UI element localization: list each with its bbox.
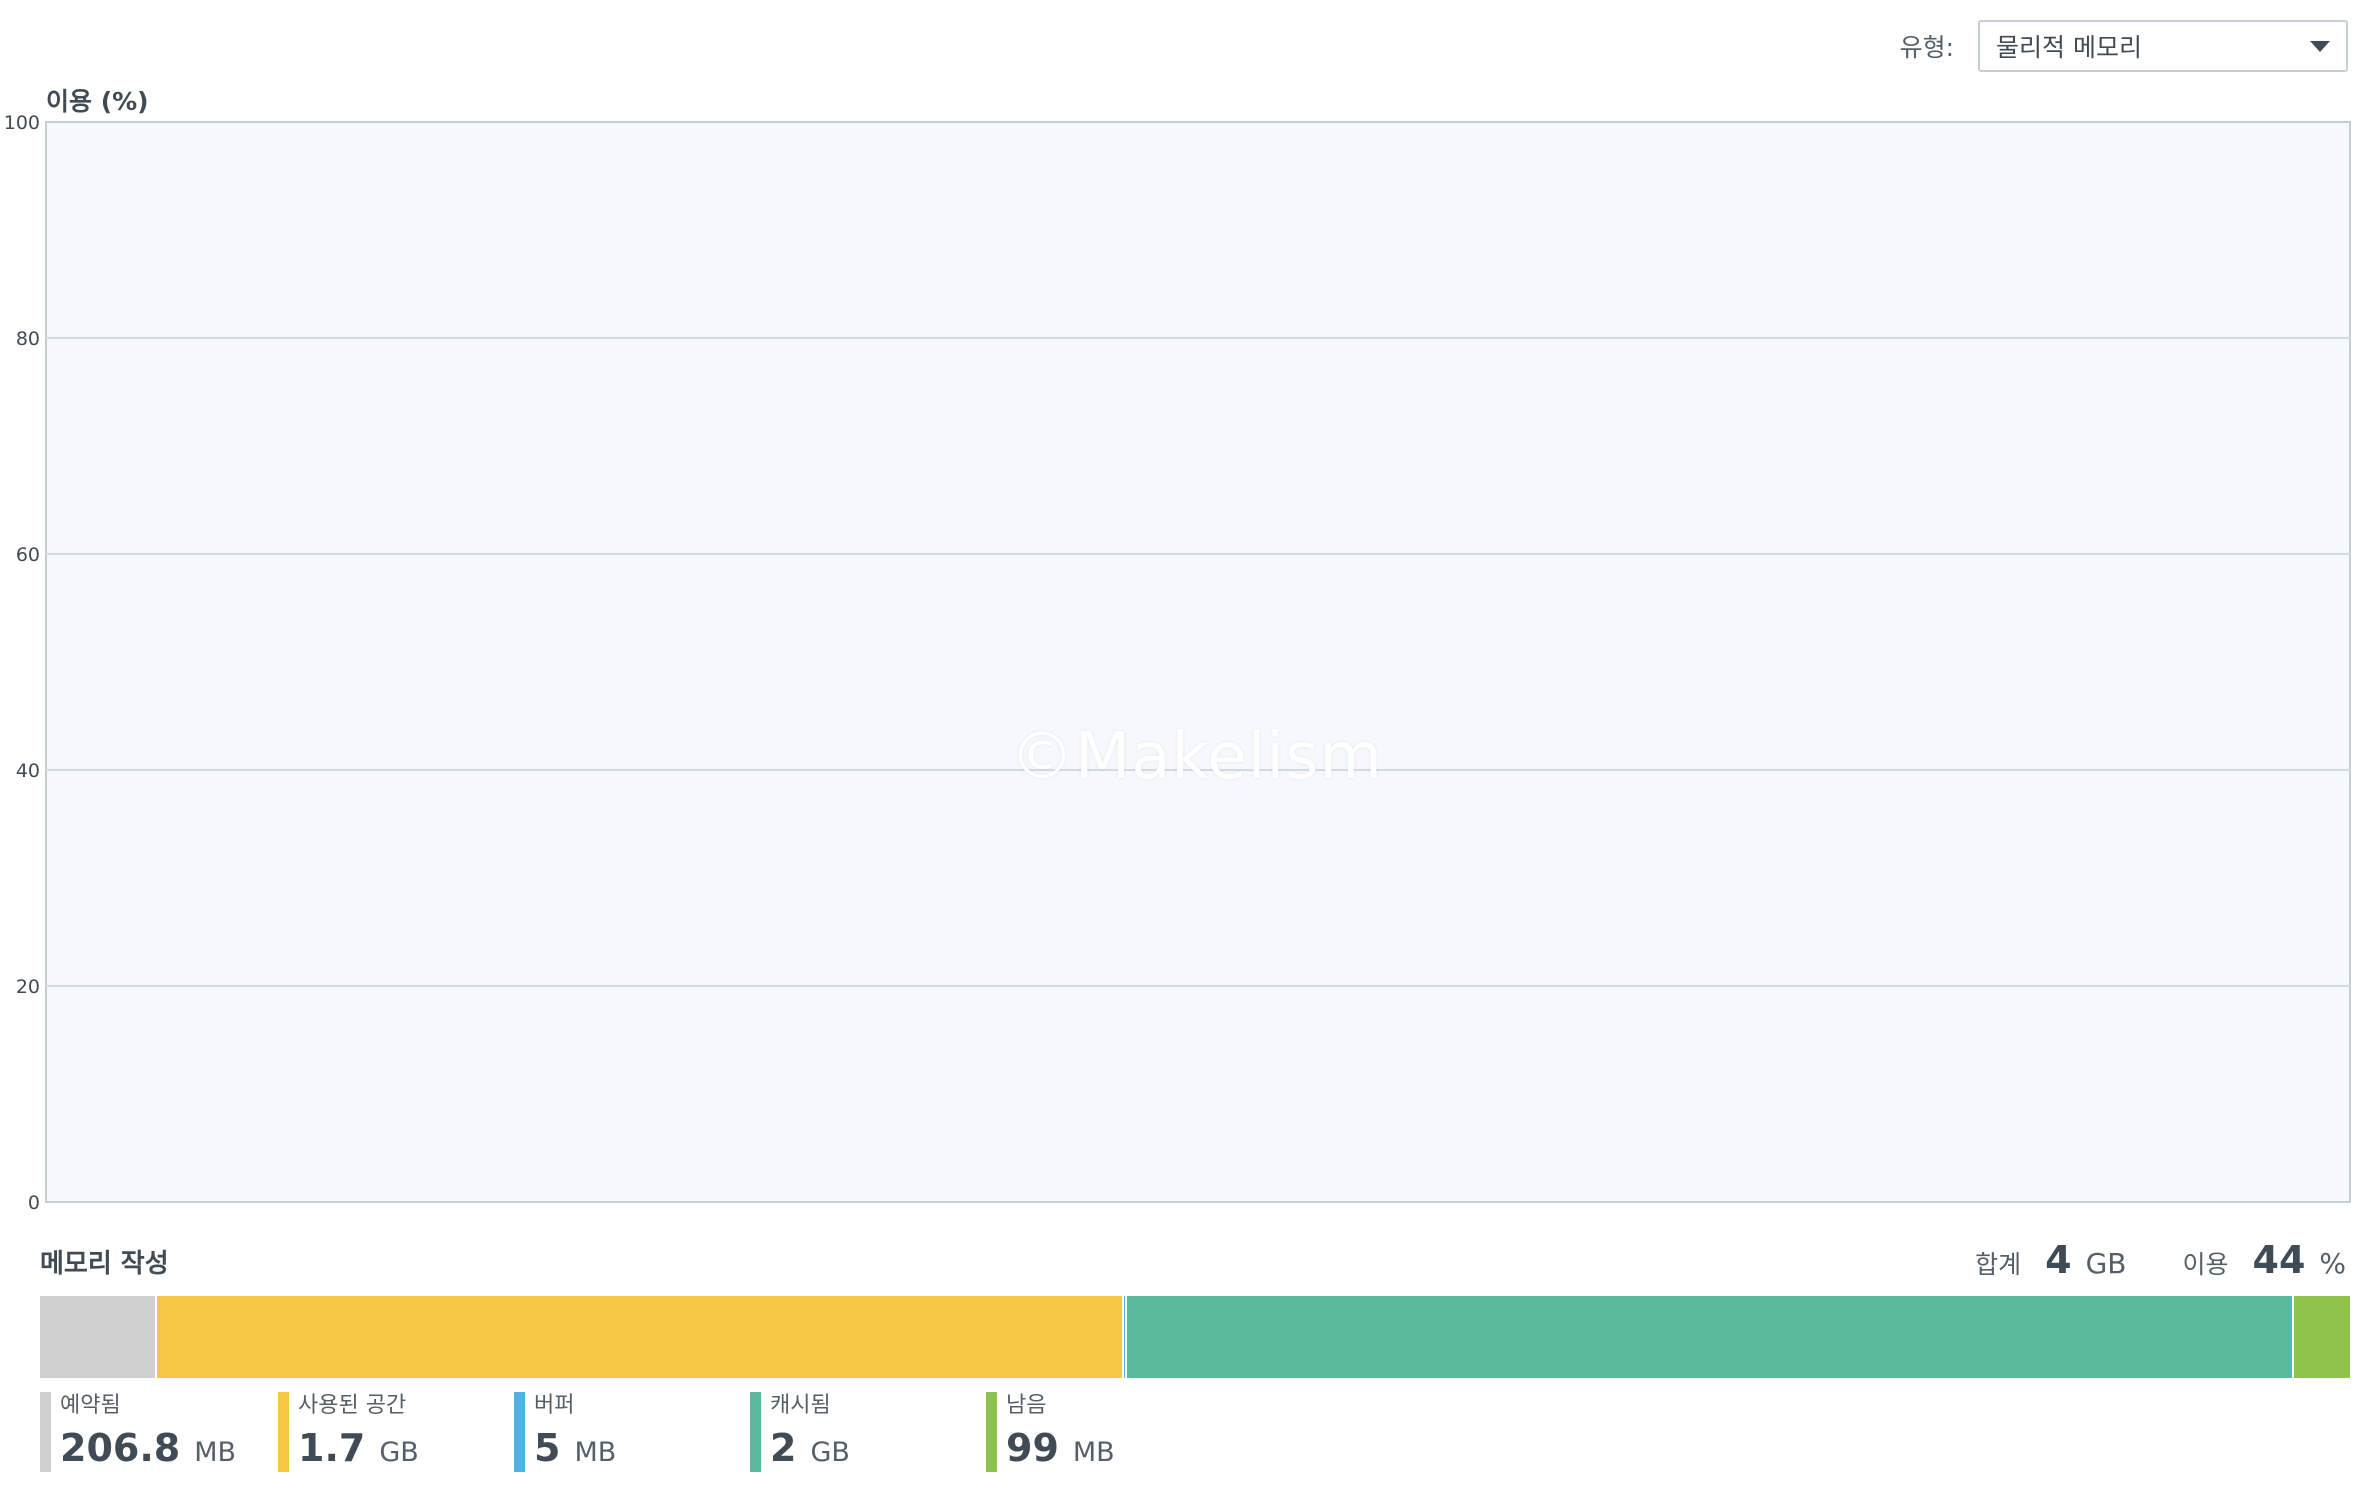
legend-value: 206.8 bbox=[60, 1426, 181, 1470]
total-label: 합계 bbox=[1975, 1250, 2022, 1279]
legend-swatch bbox=[514, 1392, 525, 1472]
legend-label: 남음 bbox=[1006, 1393, 1047, 1418]
legend-swatch bbox=[278, 1392, 289, 1472]
total-unit: GB bbox=[2085, 1247, 2127, 1280]
type-filter: 유형: 물리적 메모리 bbox=[1900, 20, 2348, 72]
legend-label: 버퍼 bbox=[534, 1393, 575, 1418]
composition-segment bbox=[1126, 1296, 2295, 1378]
legend-value: 2 bbox=[770, 1426, 797, 1470]
y-tick-label: 0 bbox=[28, 1192, 40, 1210]
legend-value: 99 bbox=[1006, 1426, 1059, 1470]
type-label: 유형: bbox=[1899, 33, 1954, 62]
usage-chart: 100 80 60 40 20 0 bbox=[4, 112, 2351, 1210]
composition-legend: 예약됨 206.8 MB 사용된 공간 1.7 GB 버퍼 5 MB 캐시됨 2 GB 남음 99 MB bbox=[40, 1392, 1222, 1472]
composition-segment bbox=[2294, 1296, 2350, 1378]
legend-label: 캐시됨 bbox=[770, 1393, 831, 1418]
y-tick-label: 40 bbox=[16, 760, 40, 782]
chart-plot-area bbox=[45, 121, 2351, 1203]
legend-unit: MB bbox=[574, 1437, 617, 1468]
legend-item: 예약됨 206.8 MB bbox=[40, 1392, 278, 1472]
chevron-down-icon[interactable] bbox=[2310, 40, 2330, 52]
legend-swatch bbox=[750, 1392, 761, 1472]
total-value: 4 bbox=[2045, 1238, 2072, 1282]
legend-value: 5 bbox=[534, 1426, 561, 1470]
y-tick-label: 20 bbox=[16, 976, 40, 998]
legend-item: 버퍼 5 MB bbox=[514, 1392, 750, 1472]
legend-item: 사용된 공간 1.7 GB bbox=[278, 1392, 514, 1472]
legend-unit: MB bbox=[194, 1437, 237, 1468]
legend-item: 남음 99 MB bbox=[986, 1392, 1222, 1472]
y-tick-label: 100 bbox=[4, 112, 40, 134]
y-tick-label: 80 bbox=[16, 328, 40, 350]
usage-label: 이용 bbox=[2182, 1250, 2229, 1279]
legend-value: 1.7 bbox=[298, 1426, 366, 1470]
legend-item: 캐시됨 2 GB bbox=[750, 1392, 986, 1472]
y-tick-label: 60 bbox=[16, 544, 40, 566]
composition-bar bbox=[40, 1296, 2350, 1378]
legend-label: 사용된 공간 bbox=[298, 1393, 407, 1418]
type-select-value: 물리적 메모리 bbox=[1996, 33, 2142, 62]
composition-segment bbox=[40, 1296, 157, 1378]
legend-unit: MB bbox=[1072, 1437, 1115, 1468]
watermark: ©Makelism bbox=[1010, 720, 1383, 794]
legend-swatch bbox=[986, 1392, 997, 1472]
usage-value: 44 bbox=[2252, 1238, 2306, 1282]
legend-swatch bbox=[40, 1392, 51, 1472]
composition-segment bbox=[156, 1296, 1124, 1378]
type-select[interactable]: 물리적 메모리 bbox=[1978, 20, 2348, 72]
legend-unit: GB bbox=[810, 1437, 850, 1468]
composition-title: 메모리 작성 bbox=[40, 1249, 169, 1279]
composition-totals: 합계 4 GB 이용 44 % bbox=[1975, 1238, 2346, 1282]
legend-unit: GB bbox=[379, 1437, 419, 1468]
legend-label: 예약됨 bbox=[60, 1393, 121, 1418]
usage-unit: % bbox=[2319, 1247, 2346, 1280]
